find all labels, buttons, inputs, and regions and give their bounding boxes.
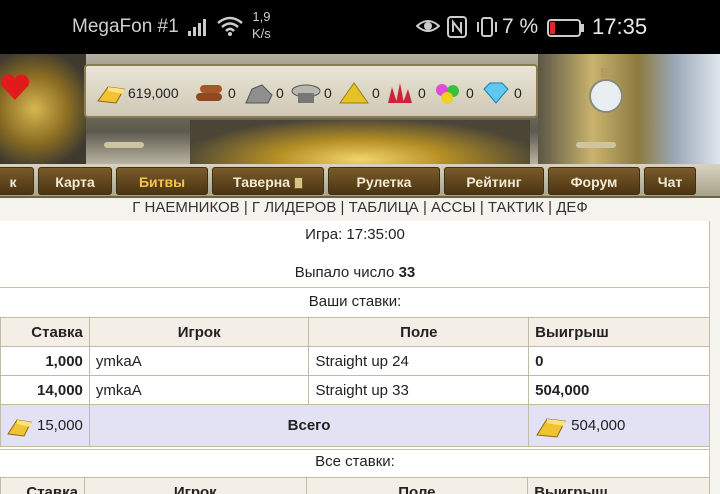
gold-icon [97, 86, 125, 104]
col-win: Выигрыш [528, 317, 710, 347]
player-cell[interactable]: ymkaA [88, 346, 310, 376]
total-win-value: 504,000 [571, 417, 626, 434]
main-nav: к Карта Битвы Таверна Рулетка Рейтинг Фо… [0, 164, 720, 198]
col-win: Выигрыш [527, 477, 710, 494]
nav-item-map[interactable]: Карта [38, 167, 112, 195]
nav-item-rating[interactable]: Рейтинг [444, 167, 544, 195]
resource-gems: 0 [432, 80, 474, 106]
castle-ornament-right [538, 54, 720, 164]
col-bet: Ставка [0, 477, 85, 494]
your-bets-table: Ставка Игрок Поле Выигрыш 1,000 ymkaA St… [0, 317, 710, 447]
speed-value: 1,9 [252, 9, 271, 24]
gold-icon [7, 418, 32, 437]
win-cell: 504,000 [528, 375, 710, 405]
tavern-icon [294, 177, 303, 189]
all-bets-table: Ставка Игрок Поле Выигрыш [0, 477, 710, 494]
signal-icon [188, 18, 210, 41]
resource-bar: 619,000 0 0 0 0 0 0 0 [84, 64, 538, 118]
your-bets-heading: Ваши ставки: [308, 293, 402, 310]
gold-value: 619,000 [128, 85, 179, 101]
total-win-cell: 504,000 [528, 404, 710, 447]
network-speed: 1,9 K/s [252, 8, 271, 42]
diamond-value: 0 [514, 85, 522, 101]
sub-links[interactable]: Г НАЕМНИКОВ | Г ЛИДЕРОВ | ТАБЛИЦА | АССЫ… [0, 199, 720, 221]
speed-unit: K/s [252, 26, 271, 41]
total-bet-value: 15,000 [37, 417, 83, 434]
crystal-icon [388, 83, 412, 103]
resource-sulfur: 0 [338, 80, 380, 106]
nav-item-chat[interactable]: Чат [644, 167, 696, 195]
header-ornament [104, 142, 144, 148]
resource-mercury: 0 [290, 80, 332, 106]
nav-item-partial[interactable]: к [0, 167, 34, 195]
resource-gold: 619,000 [96, 80, 179, 106]
battery-icon [547, 19, 585, 42]
sulfur-icon [339, 82, 369, 104]
col-field: Поле [308, 317, 530, 347]
eye-icon [415, 16, 441, 41]
total-row: 15,000 Всего 504,000 [0, 404, 710, 447]
crystal-value: 0 [418, 85, 426, 101]
mercury-icon [291, 84, 321, 103]
player-cell[interactable]: ymkaA [88, 375, 310, 405]
field-cell: Straight up 33 [308, 375, 530, 405]
dragon-ornament-left [0, 54, 86, 164]
divider [0, 449, 710, 450]
result-label: Выпало число [294, 264, 395, 281]
total-bet-cell: 15,000 [0, 404, 90, 447]
nav-item-tavern[interactable]: Таверна [212, 167, 324, 195]
health-heart-icon[interactable] [0, 72, 30, 107]
nav-item-tavern-label: Таверна [233, 174, 290, 190]
table-header-row: Ставка Игрок Поле Выигрыш [0, 317, 710, 347]
mercury-value: 0 [324, 85, 332, 101]
header-ornament [576, 142, 616, 148]
sulfur-value: 0 [372, 85, 380, 101]
nav-item-forum[interactable]: Форум [548, 167, 640, 195]
bet-cell: 1,000 [0, 346, 90, 376]
status-bar: MegaFon #1 1,9 K/s 7 % 17:35 [0, 0, 720, 54]
treasure-pile-ornament [190, 120, 530, 164]
wood-value: 0 [228, 85, 236, 101]
total-label: Всего [88, 404, 530, 447]
battery-percent: 7 % [502, 15, 539, 38]
col-field: Поле [305, 477, 529, 494]
field-cell: Straight up 24 [308, 346, 530, 376]
resource-crystal: 0 [384, 80, 426, 106]
resource-ore: 0 [244, 80, 284, 106]
game-header: 619,000 0 0 0 0 0 0 0 [0, 54, 720, 164]
col-player: Игрок [88, 317, 310, 347]
gold-icon [536, 417, 566, 438]
gems-value: 0 [466, 85, 474, 101]
bet-cell: 14,000 [0, 375, 90, 405]
table-header-row: Ставка Игрок Поле Выигрыш [0, 477, 710, 494]
col-player: Игрок [83, 477, 307, 494]
result-number: 33 [398, 264, 416, 281]
all-bets-heading: Все ставки: [315, 453, 395, 470]
game-time: Игра: 17:35:00 [305, 226, 405, 243]
wood-icon [196, 85, 222, 101]
resource-diamond: 0 [480, 80, 522, 106]
vibrate-icon [476, 16, 498, 43]
roulette-results: Игра: 17:35:00 Выпало число 33 Ваши став… [0, 221, 710, 494]
gems-icon [436, 84, 459, 104]
result-line: Выпало число 33 [0, 264, 710, 281]
diamond-icon [483, 82, 509, 104]
divider [0, 287, 710, 288]
nav-item-battles[interactable]: Битвы [116, 167, 208, 195]
nfc-icon [447, 16, 467, 43]
mana-flask-icon[interactable] [586, 68, 626, 119]
ore-value: 0 [276, 85, 284, 101]
table-row: 1,000 ymkaA Straight up 24 0 [0, 346, 710, 376]
resource-wood: 0 [194, 80, 236, 106]
wifi-icon [217, 16, 243, 41]
carrier-name: MegaFon #1 [72, 16, 179, 37]
clock: 17:35 [592, 14, 648, 39]
ore-icon [245, 84, 273, 104]
table-row: 14,000 ymkaA Straight up 33 504,000 [0, 375, 710, 405]
nav-item-roulette[interactable]: Рулетка [328, 167, 440, 195]
win-cell: 0 [528, 346, 710, 376]
col-bet: Ставка [0, 317, 90, 347]
